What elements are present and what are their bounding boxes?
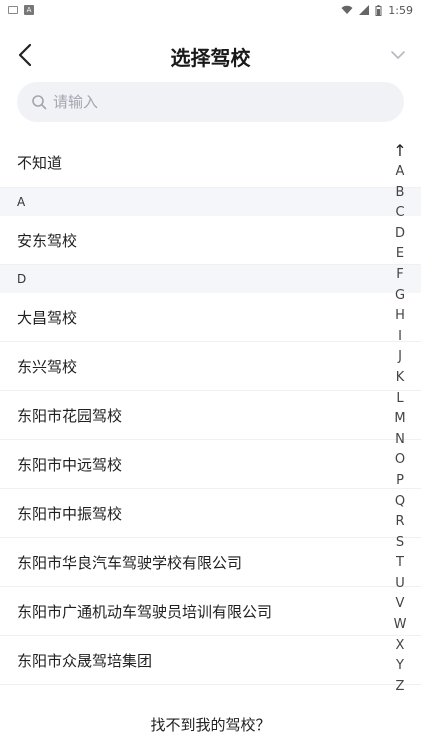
- index-letter-u[interactable]: U: [395, 574, 405, 595]
- search-bar[interactable]: [17, 82, 404, 122]
- status-time: 1:59: [388, 3, 413, 17]
- index-letter-n[interactable]: N: [395, 430, 405, 451]
- search-icon: [32, 95, 47, 110]
- status-bar: A 1:59: [0, 0, 421, 20]
- wifi-icon: [341, 5, 353, 14]
- index-letter-j[interactable]: J: [398, 347, 402, 368]
- list-item[interactable]: 大昌驾校: [0, 293, 421, 342]
- index-letter-l[interactable]: L: [396, 389, 403, 410]
- index-letter-f[interactable]: F: [396, 265, 403, 286]
- signal-icon: [359, 5, 370, 15]
- index-letter-p[interactable]: P: [396, 471, 404, 492]
- index-letter-b[interactable]: B: [396, 183, 405, 204]
- index-letter-t[interactable]: T: [396, 553, 404, 574]
- index-letter-i[interactable]: I: [398, 327, 402, 348]
- index-letter-w[interactable]: W: [394, 615, 407, 636]
- index-letter-v[interactable]: V: [396, 594, 405, 615]
- index-letter-o[interactable]: O: [395, 450, 405, 471]
- search-input[interactable]: [53, 93, 373, 111]
- list-item[interactable]: 东兴驾校: [0, 342, 421, 391]
- index-letter-z[interactable]: Z: [396, 677, 405, 698]
- index-letter-r[interactable]: R: [395, 512, 404, 533]
- nav-bar: 选择驾校: [0, 30, 421, 80]
- list-item[interactable]: 东阳市中远驾校: [0, 440, 421, 489]
- index-letter-c[interactable]: C: [395, 203, 404, 224]
- app-notification-icon: A: [24, 5, 34, 15]
- index-letter-y[interactable]: Y: [396, 656, 404, 677]
- index-letter-m[interactable]: M: [394, 409, 405, 430]
- index-letter-s[interactable]: S: [396, 533, 404, 554]
- index-letter-q[interactable]: Q: [395, 492, 405, 513]
- index-letter-e[interactable]: E: [396, 244, 404, 265]
- page-title: 选择驾校: [170, 46, 251, 70]
- notification-icon: [8, 6, 18, 14]
- battery-icon: [375, 4, 382, 16]
- index-letter-k[interactable]: K: [396, 368, 405, 389]
- list-item[interactable]: 东阳市华良汽车驾驶学校有限公司: [0, 538, 421, 587]
- index-top-arrow[interactable]: ↑: [393, 140, 406, 162]
- index-letter-h[interactable]: H: [395, 306, 405, 327]
- list-item[interactable]: 东阳市中振驾校: [0, 489, 421, 538]
- list-item[interactable]: 东阳市花园驾校: [0, 391, 421, 440]
- school-list: 不知道 A 安东驾校 D 大昌驾校 东兴驾校 东阳市花园驾校 东阳市中远驾校 东…: [0, 138, 421, 685]
- list-item[interactable]: 东阳市众晟驾培集团: [0, 636, 421, 685]
- index-letter-d[interactable]: D: [395, 224, 405, 245]
- index-letter-g[interactable]: G: [395, 286, 405, 307]
- list-item[interactable]: 东阳市广通机动车驾驶员培训有限公司: [0, 587, 421, 636]
- cant-find-school-link[interactable]: 找不到我的驾校？: [0, 705, 421, 745]
- section-header-d: D: [0, 265, 421, 293]
- index-letter-x[interactable]: X: [396, 636, 405, 657]
- list-item[interactable]: 安东驾校: [0, 216, 421, 265]
- index-letter-a[interactable]: A: [396, 162, 405, 183]
- chevron-down-icon[interactable]: [389, 46, 407, 64]
- section-header-a: A: [0, 188, 421, 216]
- alphabet-index[interactable]: ↑ A B C D E F G H I J K L M N O P Q R S …: [389, 140, 411, 697]
- list-item-unknown[interactable]: 不知道: [0, 138, 421, 188]
